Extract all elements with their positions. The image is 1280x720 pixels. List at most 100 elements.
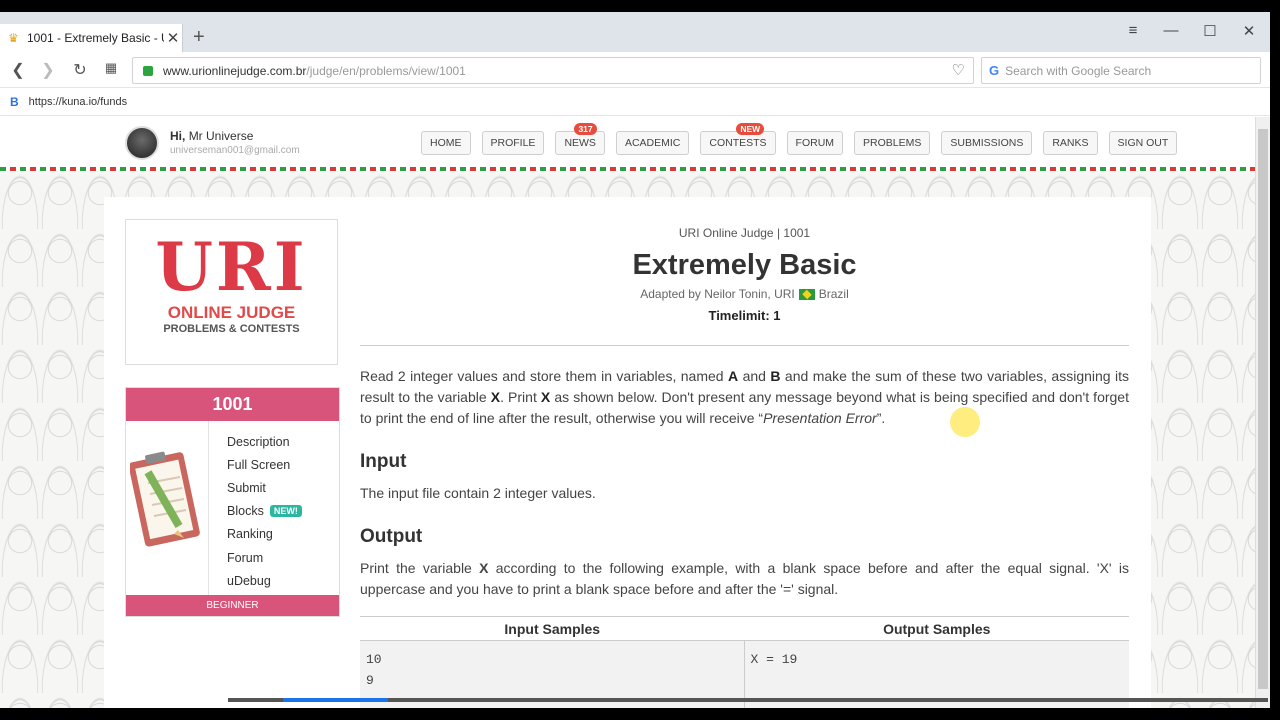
new-tab-icon[interactable]: + (193, 26, 205, 48)
samples-table: Input Samples 10 9 Output Samples X = 19 (360, 616, 1129, 708)
menu-ranks[interactable]: RANKS (1043, 131, 1098, 155)
menu-profile[interactable]: PROFILE (481, 131, 545, 155)
menu-profile-label: PROFILE (490, 137, 536, 149)
clipboard-pencil-icon (130, 451, 200, 547)
tab-title: 1001 - Extremely Basic - U (27, 31, 164, 45)
bookmark-b-icon: B (10, 94, 19, 109)
menu-home[interactable]: HOME (421, 131, 471, 155)
divider (360, 345, 1129, 346)
output-description: Print the variable X according to the fo… (360, 560, 1129, 597)
logo-uri-text: URI (155, 228, 308, 306)
page-viewport: Hi, Mr Universe universeman001@gmail.com… (0, 117, 1255, 708)
close-tab-icon[interactable]: ✕ (164, 29, 182, 47)
apps-grid-icon[interactable]: ▦ (101, 60, 121, 76)
input-samples: Input Samples 10 9 (360, 617, 745, 708)
greeting: Hi, Mr Universe (170, 129, 253, 143)
menu-forum[interactable]: FORUM (786, 131, 844, 155)
breadcrumb: URI Online Judge | 1001 (678, 226, 811, 240)
reload-icon[interactable]: ↻ (70, 60, 90, 80)
link-description[interactable]: Description (227, 430, 302, 453)
page-title: Extremely Basic (632, 249, 857, 281)
bookmark-heart-icon[interactable]: ♡ (952, 61, 965, 79)
secure-lock-icon (143, 65, 153, 76)
logo-online-judge: ONLINE JUDGE (167, 303, 296, 322)
menu-home-label: HOME (430, 137, 462, 149)
menu-sign-out-label: SIGN OUT (1117, 137, 1169, 149)
tab-active[interactable]: ♛ 1001 - Extremely Basic - U ✕ (0, 24, 183, 52)
search-bar[interactable]: G Search with Google Search (981, 57, 1261, 84)
output-line: X = 19 (750, 652, 798, 667)
contests-new-badge: NEW (736, 123, 765, 135)
bookmark-link[interactable]: https://kuna.io/funds (29, 96, 127, 108)
minimize-icon[interactable]: — (1161, 22, 1181, 39)
menu-academic-label: ACADEMIC (624, 137, 681, 149)
link-blocks-label: Blocks (227, 504, 264, 519)
forward-icon[interactable]: ❯ (38, 60, 58, 80)
menu-contests-label: CONTESTS (709, 137, 767, 149)
menu-news[interactable]: NEWS 317 (555, 123, 605, 155)
input-samples-header: Input Samples (360, 617, 745, 641)
menu-contests[interactable]: CONTESTS NEW (700, 123, 776, 155)
brazil-flag-icon (798, 288, 815, 300)
difficulty-level: BEGINNER (126, 595, 339, 616)
card-divider (208, 421, 209, 595)
adapted-by-text: Adapted by Neilor Tonin, URI (640, 287, 795, 301)
url-path: /judge/en/problems/view/1001 (306, 63, 466, 78)
video-progress-bar[interactable] (228, 698, 1268, 702)
menu-problems-label: PROBLEMS (863, 137, 922, 149)
link-blocks[interactable]: Blocks NEW! (227, 500, 302, 523)
menu-news-label: NEWS (564, 137, 596, 149)
problem-number: 1001 (126, 388, 339, 421)
link-submit[interactable]: Submit (227, 476, 302, 499)
blocks-new-badge: NEW! (269, 505, 302, 518)
link-submit-label: Submit (227, 480, 266, 495)
content-panel: URI ONLINE JUDGE PROBLEMS & CONTESTS 100… (104, 197, 1151, 708)
close-window-icon[interactable]: ✕ (1239, 22, 1259, 40)
scrollbar-thumb[interactable] (1258, 129, 1268, 689)
menu-forum-label: FORUM (795, 137, 835, 149)
url-domain: www.urionlinejudge.com.br (163, 63, 307, 78)
link-udebug-label: uDebug (227, 573, 271, 588)
avatar[interactable] (125, 126, 159, 160)
site-logo[interactable]: URI ONLINE JUDGE PROBLEMS & CONTESTS (125, 219, 338, 365)
input-description: The input file contain 2 integer values. (360, 485, 596, 501)
problem-description: Read 2 integer values and store them in … (360, 368, 1130, 426)
search-placeholder: Search with Google Search (1005, 63, 1152, 78)
address-toolbar: ❮ ❯ ↻ ▦ www.urionlinejudge.com.br /judge… (0, 52, 1270, 88)
country-name: Brazil (818, 287, 849, 301)
site-favicon-icon: ♛ (8, 31, 19, 45)
bookmarks-bar: B https://kuna.io/funds (0, 88, 1270, 116)
link-udebug[interactable]: uDebug (227, 569, 302, 592)
link-ranking[interactable]: Ranking (227, 523, 302, 546)
maximize-icon[interactable]: ☐ (1200, 22, 1220, 40)
adapted-by: Adapted by Neilor Tonin, URI Brazil (360, 287, 1129, 301)
google-icon: G (989, 63, 1000, 78)
link-description-label: Description (227, 434, 290, 449)
news-count-badge: 317 (574, 123, 597, 135)
link-ranking-label: Ranking (227, 527, 273, 542)
link-forum[interactable]: Forum (227, 546, 302, 569)
user-email: universeman001@gmail.com (170, 145, 300, 156)
menu-submissions-label: SUBMISSIONS (950, 137, 1024, 149)
input-line: 9 (366, 673, 374, 688)
page-scrollbar[interactable] (1255, 117, 1270, 708)
link-full-screen[interactable]: Full Screen (227, 453, 302, 476)
back-icon[interactable]: ❮ (8, 60, 28, 80)
output-samples-header: Output Samples (744, 617, 1129, 641)
menu-icon[interactable]: ≡ (1123, 22, 1143, 39)
menu-sign-out[interactable]: SIGN OUT (1108, 131, 1178, 155)
problem-links: Description Full Screen Submit Blocks NEW… (227, 430, 302, 592)
input-line: 10 (366, 652, 382, 667)
output-samples: Output Samples X = 19 (744, 617, 1129, 708)
menu-problems[interactable]: PROBLEMS (854, 131, 931, 155)
mouse-highlight-icon (950, 407, 980, 437)
tab-bar: ♛ 1001 - Extremely Basic - U ✕ + ≡ — ☐ ✕ (0, 12, 1270, 52)
url-bar[interactable]: www.urionlinejudge.com.br /judge/en/prob… (132, 57, 974, 84)
main-menu: HOME PROFILE NEWS 317 ACADEMIC CONTESTS NE… (421, 123, 1188, 155)
problem-statement: URI Online Judge | 1001 Extremely Basic … (360, 197, 1129, 708)
menu-submissions[interactable]: SUBMISSIONS (941, 131, 1033, 155)
greeting-prefix: Hi, (170, 129, 186, 143)
video-progress-played (283, 698, 388, 702)
output-heading: Output (360, 526, 423, 547)
menu-academic[interactable]: ACADEMIC (615, 131, 690, 155)
